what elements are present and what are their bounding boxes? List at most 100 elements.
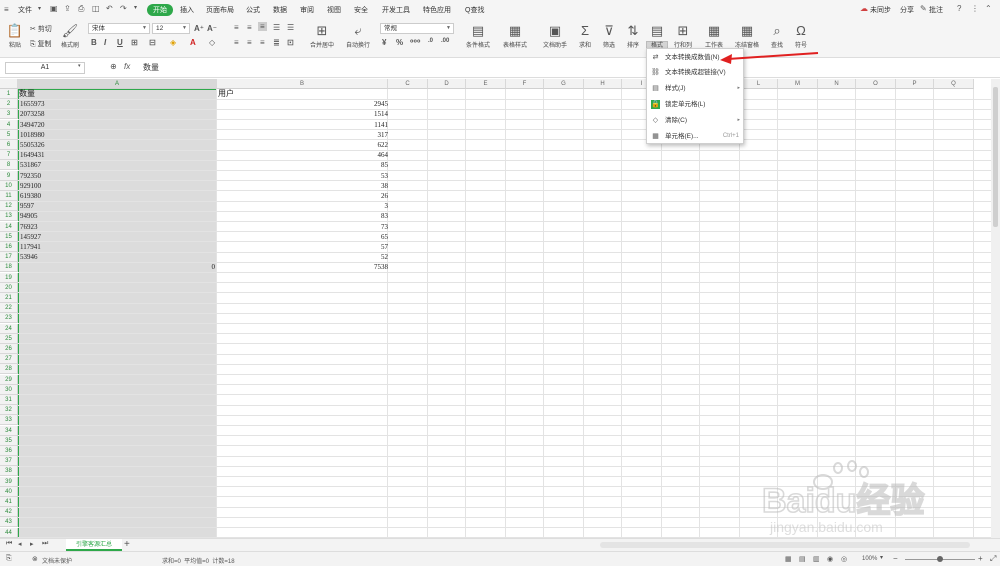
tab-security[interactable]: 安全 (354, 5, 368, 15)
column-header[interactable]: O (856, 79, 896, 89)
tab-formula[interactable]: 公式 (246, 5, 260, 15)
column-header[interactable]: F (506, 79, 544, 89)
distribute-icon[interactable]: ⊡ (287, 38, 294, 47)
cell-b[interactable]: 464 (218, 150, 389, 160)
cell-a[interactable]: 9597 (20, 201, 34, 211)
row-col-button[interactable]: ⊞ 行和列 (670, 23, 696, 49)
select-all-corner[interactable] (0, 79, 18, 89)
row-header[interactable]: 29 (0, 374, 18, 385)
row-header[interactable]: 15 (0, 231, 18, 242)
cell-b[interactable]: 83 (218, 211, 388, 221)
more-icon[interactable]: ⋮ (971, 4, 979, 13)
align-top-icon[interactable]: ≡ (234, 23, 239, 32)
indent-icon[interactable]: ☰ (273, 23, 280, 32)
last-sheet-icon[interactable]: ⏭ (42, 540, 48, 548)
row-header[interactable]: 21 (0, 293, 18, 303)
chevron-down-icon[interactable]: ▾ (880, 554, 883, 561)
thousands-icon[interactable]: ⁰⁰⁰ (410, 38, 421, 47)
cell-a[interactable]: 76923 (20, 222, 38, 232)
row-header[interactable]: 31 (0, 395, 18, 405)
menu-item-lock-cell[interactable]: 🔒 锁定单元格(L) (647, 97, 745, 112)
cell-b[interactable]: 57 (218, 242, 388, 252)
row-header[interactable]: 36 (0, 446, 18, 456)
zoom-icon[interactable]: ⊕ (110, 62, 117, 71)
tab-insert[interactable]: 插入 (180, 5, 194, 15)
row-header[interactable]: 37 (0, 456, 18, 467)
cell-b[interactable]: 73 (218, 222, 388, 232)
cell-a[interactable]: 117941 (20, 242, 41, 252)
fill-color-icon[interactable]: ◈ (170, 38, 176, 47)
currency-icon[interactable]: ¥ (382, 38, 386, 47)
cell-a[interactable]: 929100 (20, 181, 41, 191)
column-header[interactable]: N (818, 79, 856, 89)
row-header[interactable]: 3 (0, 109, 18, 120)
row-header[interactable]: 42 (0, 507, 18, 518)
align-middle-icon[interactable]: ≡ (247, 23, 252, 32)
cell-b[interactable]: 65 (218, 232, 388, 242)
column-header[interactable]: B (217, 79, 388, 89)
cut-button[interactable]: ✂ 剪切 (30, 24, 52, 34)
protect-status[interactable]: 文档未保护 (42, 556, 72, 565)
row-header[interactable]: 6 (0, 140, 18, 150)
format-painter-button[interactable]: 🖌 格式刷 (58, 23, 82, 49)
row-header[interactable]: 35 (0, 435, 18, 446)
cell-b[interactable]: 53 (218, 171, 388, 181)
cell-a[interactable]: 619380 (20, 191, 41, 201)
column-header[interactable]: E (466, 79, 506, 89)
cell-b[interactable]: 3 (218, 201, 389, 211)
outdent-icon[interactable]: ☰ (287, 23, 294, 32)
freeze-panes-button[interactable]: ▦ 冻结窗格 (730, 23, 764, 49)
row-header[interactable]: 43 (0, 517, 18, 528)
border-icon[interactable]: ⊞ (131, 38, 138, 47)
row-header[interactable]: 26 (0, 344, 18, 354)
cell-a[interactable]: 53946 (20, 252, 38, 262)
align-center-icon[interactable]: ≡ (247, 38, 252, 47)
row-header[interactable]: 39 (0, 476, 18, 487)
function-icon[interactable]: fx (124, 62, 130, 71)
tab-page-layout[interactable]: 页面布局 (206, 5, 234, 15)
name-box[interactable]: A1 (5, 62, 85, 74)
share-button[interactable]: 分享 (900, 5, 914, 15)
merge-style-icon[interactable]: ⊟ (149, 38, 156, 47)
eye-protect-icon[interactable]: ◎ (841, 555, 847, 563)
row-header[interactable]: 38 (0, 466, 18, 477)
column-header[interactable]: L (740, 79, 778, 89)
tab-data[interactable]: 数据 (273, 5, 287, 15)
sync-status[interactable]: 未同步 (870, 5, 891, 15)
column-header[interactable]: P (896, 79, 934, 89)
row-header[interactable]: 12 (0, 201, 18, 212)
preview-icon[interactable]: ◫ (92, 4, 100, 13)
cell-a[interactable]: 3494720 (20, 120, 45, 130)
macro-icon[interactable]: ⎘ (6, 555, 12, 563)
symbol-button[interactable]: Ω 符号 (790, 23, 812, 49)
underline-icon[interactable]: U (117, 38, 123, 47)
align-right-icon[interactable]: ≡ (260, 38, 265, 47)
cell-b[interactable]: 52 (218, 252, 388, 262)
merge-center-button[interactable]: ⊞ 合并居中 (304, 23, 340, 49)
row-header[interactable]: 27 (0, 354, 18, 365)
row-header[interactable]: 33 (0, 415, 18, 426)
vertical-scroll-thumb[interactable] (993, 87, 998, 227)
row-header[interactable]: 25 (0, 333, 18, 344)
tab-developer[interactable]: 开发工具 (382, 5, 410, 15)
row-header[interactable]: 9 (0, 170, 18, 181)
cell-b[interactable]: 85 (218, 160, 388, 170)
table-style-button[interactable]: ▦ 表格样式 (498, 23, 532, 49)
row-header[interactable]: 7 (0, 150, 18, 161)
tab-special[interactable]: 特色应用 (423, 5, 451, 15)
sheet-tab[interactable]: 引擎客源汇总 (66, 539, 122, 551)
cell-b[interactable]: 1141 (218, 120, 388, 130)
row-header[interactable]: 14 (0, 221, 18, 232)
row-header[interactable]: 30 (0, 384, 18, 395)
column-header[interactable]: C (388, 79, 428, 89)
align-bottom-icon[interactable]: ≡ (258, 22, 267, 31)
page-layout-icon[interactable]: ▤ (799, 555, 806, 563)
row-header[interactable]: 18 (0, 262, 18, 273)
tab-view[interactable]: 视图 (327, 5, 341, 15)
row-header[interactable]: 1 (0, 89, 18, 99)
print-icon[interactable]: ⎙ (78, 4, 84, 14)
cell-b[interactable]: 38 (218, 181, 388, 191)
column-header[interactable]: M (778, 79, 818, 89)
save-icon[interactable]: ▣ (50, 4, 58, 13)
cell-a[interactable]: 1018980 (20, 130, 45, 140)
